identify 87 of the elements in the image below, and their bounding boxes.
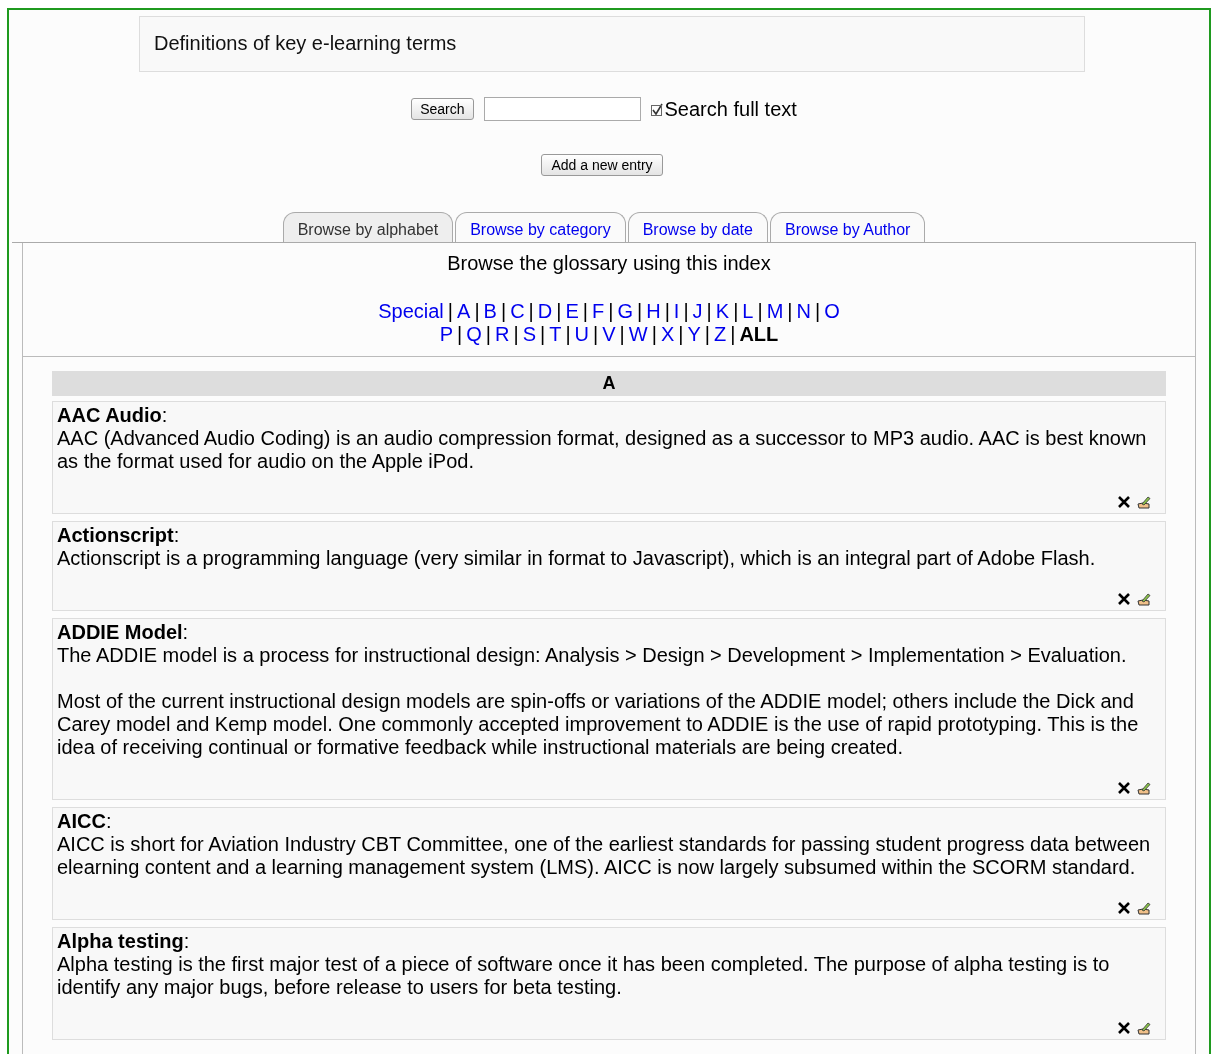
- index-letter-link[interactable]: R: [495, 323, 510, 346]
- edit-hand-pencil-icon[interactable]: [1137, 1021, 1151, 1035]
- entry-definition: Most of the current instructional design models are spin-offs or variations of the ADDIE model; others include the Dick and Carey model and Kemp model. One commonly accepted improvement to ADDIE is the use of rapid prototyping. This is the idea of receiving continual or formative feedback while instructional materials are being created.: [57, 690, 1140, 759]
- browse-tab[interactable]: Browse by alphabet: [282, 212, 454, 242]
- index-letter-link[interactable]: B: [483, 300, 497, 323]
- separator: |: [704, 323, 710, 346]
- separator: |: [528, 300, 534, 323]
- search-button[interactable]: Search: [411, 98, 474, 120]
- separator: |: [730, 323, 736, 346]
- separator: |: [556, 300, 562, 323]
- separator: |: [447, 300, 454, 323]
- separator: |: [457, 323, 463, 346]
- browse-tab[interactable]: Browse by category: [455, 212, 626, 242]
- separator: |: [619, 323, 625, 346]
- edit-hand-pencil-icon[interactable]: [1137, 781, 1151, 795]
- delete-icon[interactable]: [1117, 901, 1131, 915]
- separator: |: [787, 300, 793, 323]
- edit-hand-pencil-icon[interactable]: [1137, 495, 1151, 509]
- edit-hand-pencil-icon[interactable]: [1137, 901, 1151, 915]
- separator: |: [485, 323, 491, 346]
- separator: |: [664, 300, 670, 323]
- index-letter-link[interactable]: H: [646, 300, 661, 323]
- browse-tab[interactable]: Browse by Author: [769, 212, 926, 242]
- entry-term: Actionscript:: [57, 524, 181, 547]
- intro-box: Definitions of key e-learning terms: [139, 16, 1085, 72]
- separator: |: [540, 323, 546, 346]
- entry-term: AAC Audio:: [57, 404, 169, 427]
- index-letter-link[interactable]: D: [537, 300, 553, 323]
- entry-definition: Alpha testing is the first major test of a piece of software once it has been completed. The purpose of alpha testing is to identify any major bugs, before release to users for beta testing.: [57, 953, 1111, 999]
- index-letter-link[interactable]: L: [742, 300, 754, 323]
- index-letter-link[interactable]: G: [617, 300, 633, 323]
- index-letter-link[interactable]: Special: [378, 300, 444, 323]
- index-letter-link[interactable]: M: [766, 300, 784, 323]
- separator: |: [815, 300, 821, 323]
- index-letter-link[interactable]: N: [796, 300, 811, 323]
- index-letter-link[interactable]: J: [692, 300, 703, 323]
- index-letter-link[interactable]: X: [660, 323, 675, 346]
- entry-term: ADDIE Model:: [57, 621, 190, 644]
- index-letter-link[interactable]: Y: [687, 323, 701, 346]
- entry-term: AICC:: [57, 810, 113, 833]
- index-letter-link[interactable]: V: [602, 323, 616, 346]
- separator: |: [706, 300, 712, 323]
- index-letter-link[interactable]: K: [715, 300, 730, 323]
- index-letter-link[interactable]: O: [824, 300, 840, 323]
- entry-definition: AAC (Advanced Audio Coding) is an audio compression format, designed as a successor to MP3 audio. AAC is best known as the format used for audio on the Apple iPod.: [57, 427, 1148, 473]
- separator: |: [757, 300, 763, 323]
- delete-icon[interactable]: [1117, 781, 1131, 795]
- edit-hand-pencil-icon[interactable]: [1137, 592, 1151, 606]
- separator: |: [651, 323, 657, 346]
- index-letter-link[interactable]: A: [457, 300, 471, 323]
- separator: |: [593, 323, 599, 346]
- separator: |: [608, 300, 614, 323]
- index-letter-link[interactable]: P: [439, 323, 453, 346]
- index-letter-link[interactable]: C: [510, 300, 525, 323]
- delete-icon[interactable]: [1117, 495, 1131, 509]
- index-letter-link[interactable]: E: [565, 300, 579, 323]
- index-letter-link[interactable]: ALL: [739, 323, 779, 346]
- separator: |: [582, 300, 588, 323]
- full-text-checkbox[interactable]: [650, 102, 665, 116]
- separator: |: [500, 300, 507, 323]
- section-header: A: [52, 371, 1166, 396]
- checkbox-label: Search full text: [664, 97, 797, 122]
- index-letter-link[interactable]: Z: [714, 323, 727, 346]
- separator: |: [513, 323, 519, 346]
- browse-tab[interactable]: Browse by date: [627, 212, 768, 242]
- separator: |: [678, 323, 684, 346]
- entry-definition: The ADDIE model is a process for instructional design: Analysis > Design > Development > Implementation > Evaluation.: [57, 644, 1128, 667]
- separator: |: [733, 300, 739, 323]
- index-letter-link[interactable]: F: [592, 300, 605, 323]
- entry-term: Alpha testing:: [57, 930, 191, 953]
- index-letter-link[interactable]: T: [549, 323, 562, 346]
- index-letter-link[interactable]: I: [673, 300, 680, 323]
- index-letter-link[interactable]: Q: [466, 323, 482, 346]
- separator: |: [474, 300, 480, 323]
- index-letter-link[interactable]: S: [522, 323, 536, 346]
- delete-icon[interactable]: [1117, 1021, 1131, 1035]
- index-title: Browse the glossary using this index: [446, 251, 772, 276]
- separator: |: [683, 300, 689, 323]
- delete-icon[interactable]: [1117, 592, 1131, 606]
- entry-definition: Actionscript is a programming language (very similar in format to Javascript), which is an integral part of Adobe Flash.: [57, 547, 1097, 570]
- index-letter-link[interactable]: U: [574, 323, 590, 346]
- separator: |: [565, 323, 571, 346]
- index-letter-link[interactable]: W: [628, 323, 648, 346]
- add-entry-button[interactable]: Add a new entry: [541, 154, 663, 176]
- search-field[interactable]: [483, 97, 641, 121]
- separator: |: [636, 300, 643, 323]
- entry-definition: AICC is short for Aviation Industry CBT Committee, one of the earliest standards for passing student progress data between elearning content and a learning management system (LMS). AICC is now largely subsumed within the SCORM standard.: [57, 833, 1152, 879]
